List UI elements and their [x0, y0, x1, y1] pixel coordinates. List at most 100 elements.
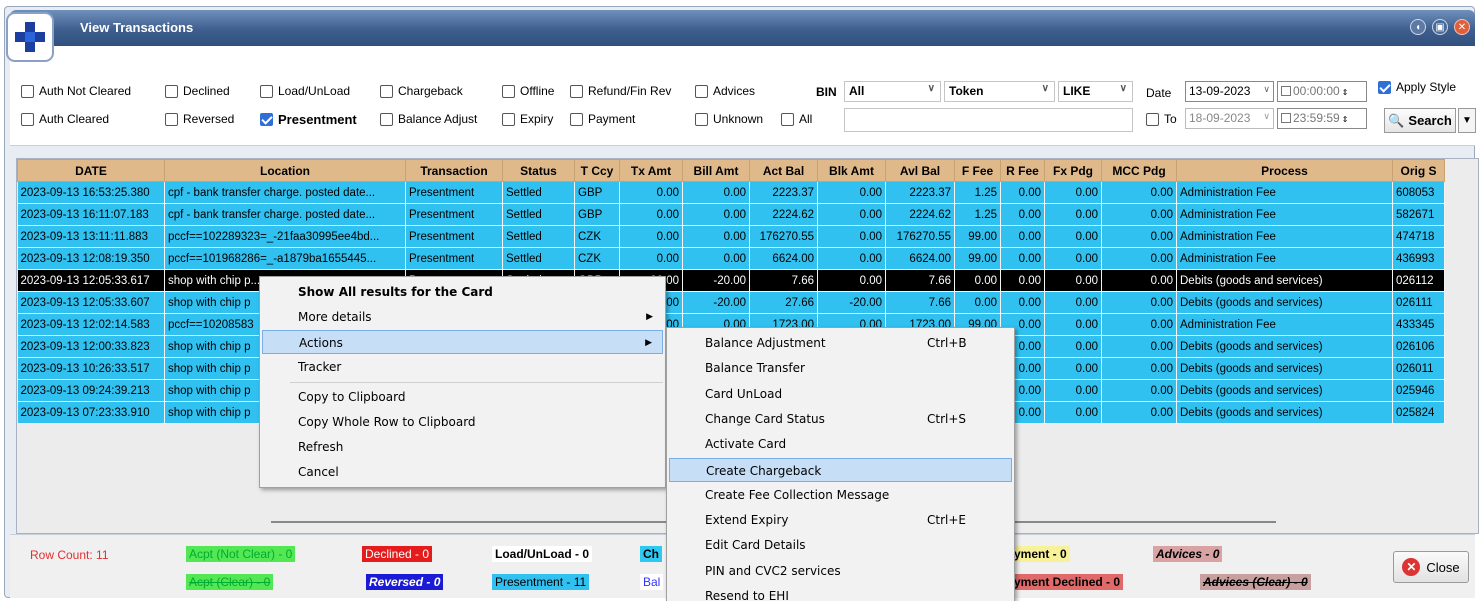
time-from-picker[interactable]: 00:00:00 ⇕	[1277, 81, 1367, 102]
balance-adjust-checkbox[interactable]: Balance Adjust	[380, 112, 477, 126]
column-header[interactable]: Process	[1176, 159, 1393, 182]
declined-badge[interactable]: Declined - 0	[362, 546, 433, 562]
column-header[interactable]: T Ccy	[574, 159, 620, 182]
bin-select[interactable]: All ∨	[844, 81, 941, 102]
load-unload-checkbox[interactable]: Load/UnLoad	[260, 84, 350, 98]
table-cell: 0.00	[817, 181, 886, 204]
all-checkbox[interactable]: All	[781, 112, 812, 126]
to-checkbox[interactable]: To	[1146, 112, 1177, 126]
column-header[interactable]: Transaction	[405, 159, 503, 182]
row-count: Row Count: 11	[30, 548, 109, 562]
apply-style-checkbox[interactable]: Apply Style	[1378, 80, 1456, 94]
column-header[interactable]: F Fee	[954, 159, 1001, 182]
table-row[interactable]: 2023-09-13 13:11:11.883 pccf==102289323=_…	[17, 225, 1445, 248]
actions-menu-item[interactable]: Card UnLoad	[669, 382, 1012, 406]
actions-menu-item[interactable]: Create Fee Collection Message	[669, 483, 1012, 507]
context-menu-item[interactable]: Cancel	[262, 460, 663, 484]
expiry-checkbox[interactable]: Expiry	[502, 112, 553, 126]
actions-menu-item[interactable]: Create Chargeback	[669, 457, 1012, 482]
date-from-picker[interactable]: 13-09-2023 ∨	[1185, 81, 1274, 102]
column-header[interactable]: Bill Amt	[682, 159, 750, 182]
unknown-checkbox[interactable]: Unknown	[695, 112, 763, 126]
column-header[interactable]: Act Bal	[749, 159, 818, 182]
advices-clear-badge[interactable]: Advices (Clear) - 0	[1200, 574, 1311, 590]
like-select[interactable]: LIKE ∨	[1058, 81, 1133, 102]
time-checkbox-icon	[1281, 113, 1291, 123]
load-unload-label: Load/UnLoad	[278, 84, 351, 98]
advices-badge[interactable]: Advices - 0	[1153, 546, 1223, 562]
context-menu-item[interactable]: Show All results for the Card	[262, 280, 663, 304]
payment-badge[interactable]: yment - 0	[1014, 546, 1070, 562]
actions-menu-item[interactable]: Resend to EHI	[669, 584, 1012, 601]
table-cell: 0.00	[1000, 269, 1045, 292]
reversed-checkbox[interactable]: Reversed	[165, 112, 234, 126]
offline-checkbox[interactable]: Offline	[502, 84, 554, 98]
actions-menu-item[interactable]: Balance Adjustment Ctrl+B	[669, 331, 1012, 355]
time-to-picker[interactable]: 23:59:59 ⇕	[1277, 108, 1367, 129]
table-cell: Debits (goods and services)	[1176, 379, 1393, 402]
close-window-icon[interactable]: ✕	[1454, 19, 1470, 35]
presentment-checkbox[interactable]: Presentment	[260, 112, 357, 127]
context-menu-item[interactable]: Refresh	[262, 435, 663, 459]
presentment-badge[interactable]: Presentment - 11	[492, 574, 590, 590]
advices-checkbox[interactable]: Advices	[695, 84, 755, 98]
table-cell: 2023-09-13 13:11:11.883	[17, 225, 165, 248]
minimize-icon[interactable]: ◖	[1410, 19, 1426, 35]
actions-menu-item[interactable]: PIN and CVC2 services	[669, 559, 1012, 583]
column-header[interactable]: DATE	[17, 159, 165, 182]
token-select[interactable]: Token ∨	[944, 81, 1055, 102]
balance-badge[interactable]: Bal	[640, 574, 664, 590]
column-header[interactable]: Location	[164, 159, 406, 182]
table-row[interactable]: 2023-09-13 12:05:33.617 shop with chip p.…	[17, 269, 1445, 292]
actions-menu-item[interactable]: Extend Expiry Ctrl+E	[669, 508, 1012, 532]
payment-checkbox[interactable]: Payment	[570, 112, 635, 126]
acpt-clear-badge[interactable]: Acpt (Clear) - 0	[186, 574, 274, 590]
auth-cleared-checkbox[interactable]: Auth Cleared	[21, 112, 109, 126]
refund-checkbox[interactable]: Refund/Fin Rev	[570, 84, 671, 98]
table-cell: Administration Fee	[1176, 225, 1393, 248]
column-header[interactable]: Avl Bal	[885, 159, 955, 182]
close-button[interactable]: ✕ Close	[1393, 551, 1469, 583]
time-to-value: 23:59:59	[1293, 111, 1340, 125]
search-button[interactable]: 🔍 Search	[1384, 108, 1456, 133]
reversed-badge[interactable]: Reversed - 0	[366, 574, 444, 590]
table-cell: 27.66	[749, 291, 818, 314]
auth-not-cleared-checkbox[interactable]: Auth Not Cleared	[21, 84, 131, 98]
context-menu-item[interactable]: Actions ▶	[262, 330, 663, 354]
context-menu-item[interactable]: Copy Whole Row to Clipboard	[262, 410, 663, 434]
acpt-not-clear-badge[interactable]: Acpt (Not Clear) - 0	[186, 546, 296, 562]
column-header[interactable]: Status	[502, 159, 575, 182]
chargeback-checkbox[interactable]: Chargeback	[380, 84, 463, 98]
context-menu-item[interactable]: Copy to Clipboard	[262, 385, 663, 409]
column-header[interactable]: R Fee	[1000, 159, 1045, 182]
actions-menu-item[interactable]: Edit Card Details	[669, 533, 1012, 557]
search-dropdown-button[interactable]: ▼	[1458, 108, 1476, 133]
table-row[interactable]: 2023-09-13 16:53:25.380 cpf - bank transf…	[17, 181, 1445, 204]
context-menu-item[interactable]: More details ▶	[262, 305, 663, 329]
load-unload-badge[interactable]: Load/UnLoad - 0	[492, 546, 592, 562]
chargeback-badge[interactable]: Ch	[640, 546, 662, 562]
date-label: Date	[1146, 86, 1172, 100]
column-header[interactable]: MCC Pdg	[1101, 159, 1177, 182]
table-cell: Settled	[502, 225, 575, 248]
actions-menu-item[interactable]: Change Card Status Ctrl+S	[669, 407, 1012, 431]
table-cell: 0.00	[619, 181, 683, 204]
actions-menu-item[interactable]: Balance Transfer	[669, 356, 1012, 380]
declined-checkbox[interactable]: Declined	[165, 84, 230, 98]
restore-icon[interactable]: ▣	[1432, 19, 1448, 35]
search-text-input[interactable]	[844, 108, 1133, 132]
column-header[interactable]: Blk Amt	[817, 159, 886, 182]
column-header[interactable]: Tx Amt	[619, 159, 683, 182]
payment-declined-badge[interactable]: yment Declined - 0	[1014, 574, 1124, 590]
date-to-picker[interactable]: 18-09-2023 ∨	[1185, 108, 1274, 129]
table-row[interactable]: 2023-09-13 12:05:33.607 shop with chip p-…	[17, 291, 1445, 314]
chargeback-label: Chargeback	[398, 84, 463, 98]
table-row[interactable]: 2023-09-13 16:11:07.183 cpf - bank transf…	[17, 203, 1445, 226]
column-header[interactable]: Orig S	[1392, 159, 1445, 182]
table-row[interactable]: 2023-09-13 12:08:19.350 pccf==101968286=_…	[17, 247, 1445, 270]
context-menu-item[interactable]: Tracker	[262, 355, 663, 379]
actions-menu-item[interactable]: Activate Card	[669, 432, 1012, 456]
column-header[interactable]: Fx Pdg	[1044, 159, 1102, 182]
all-label: All	[799, 112, 813, 126]
table-cell: Presentment	[405, 247, 503, 270]
